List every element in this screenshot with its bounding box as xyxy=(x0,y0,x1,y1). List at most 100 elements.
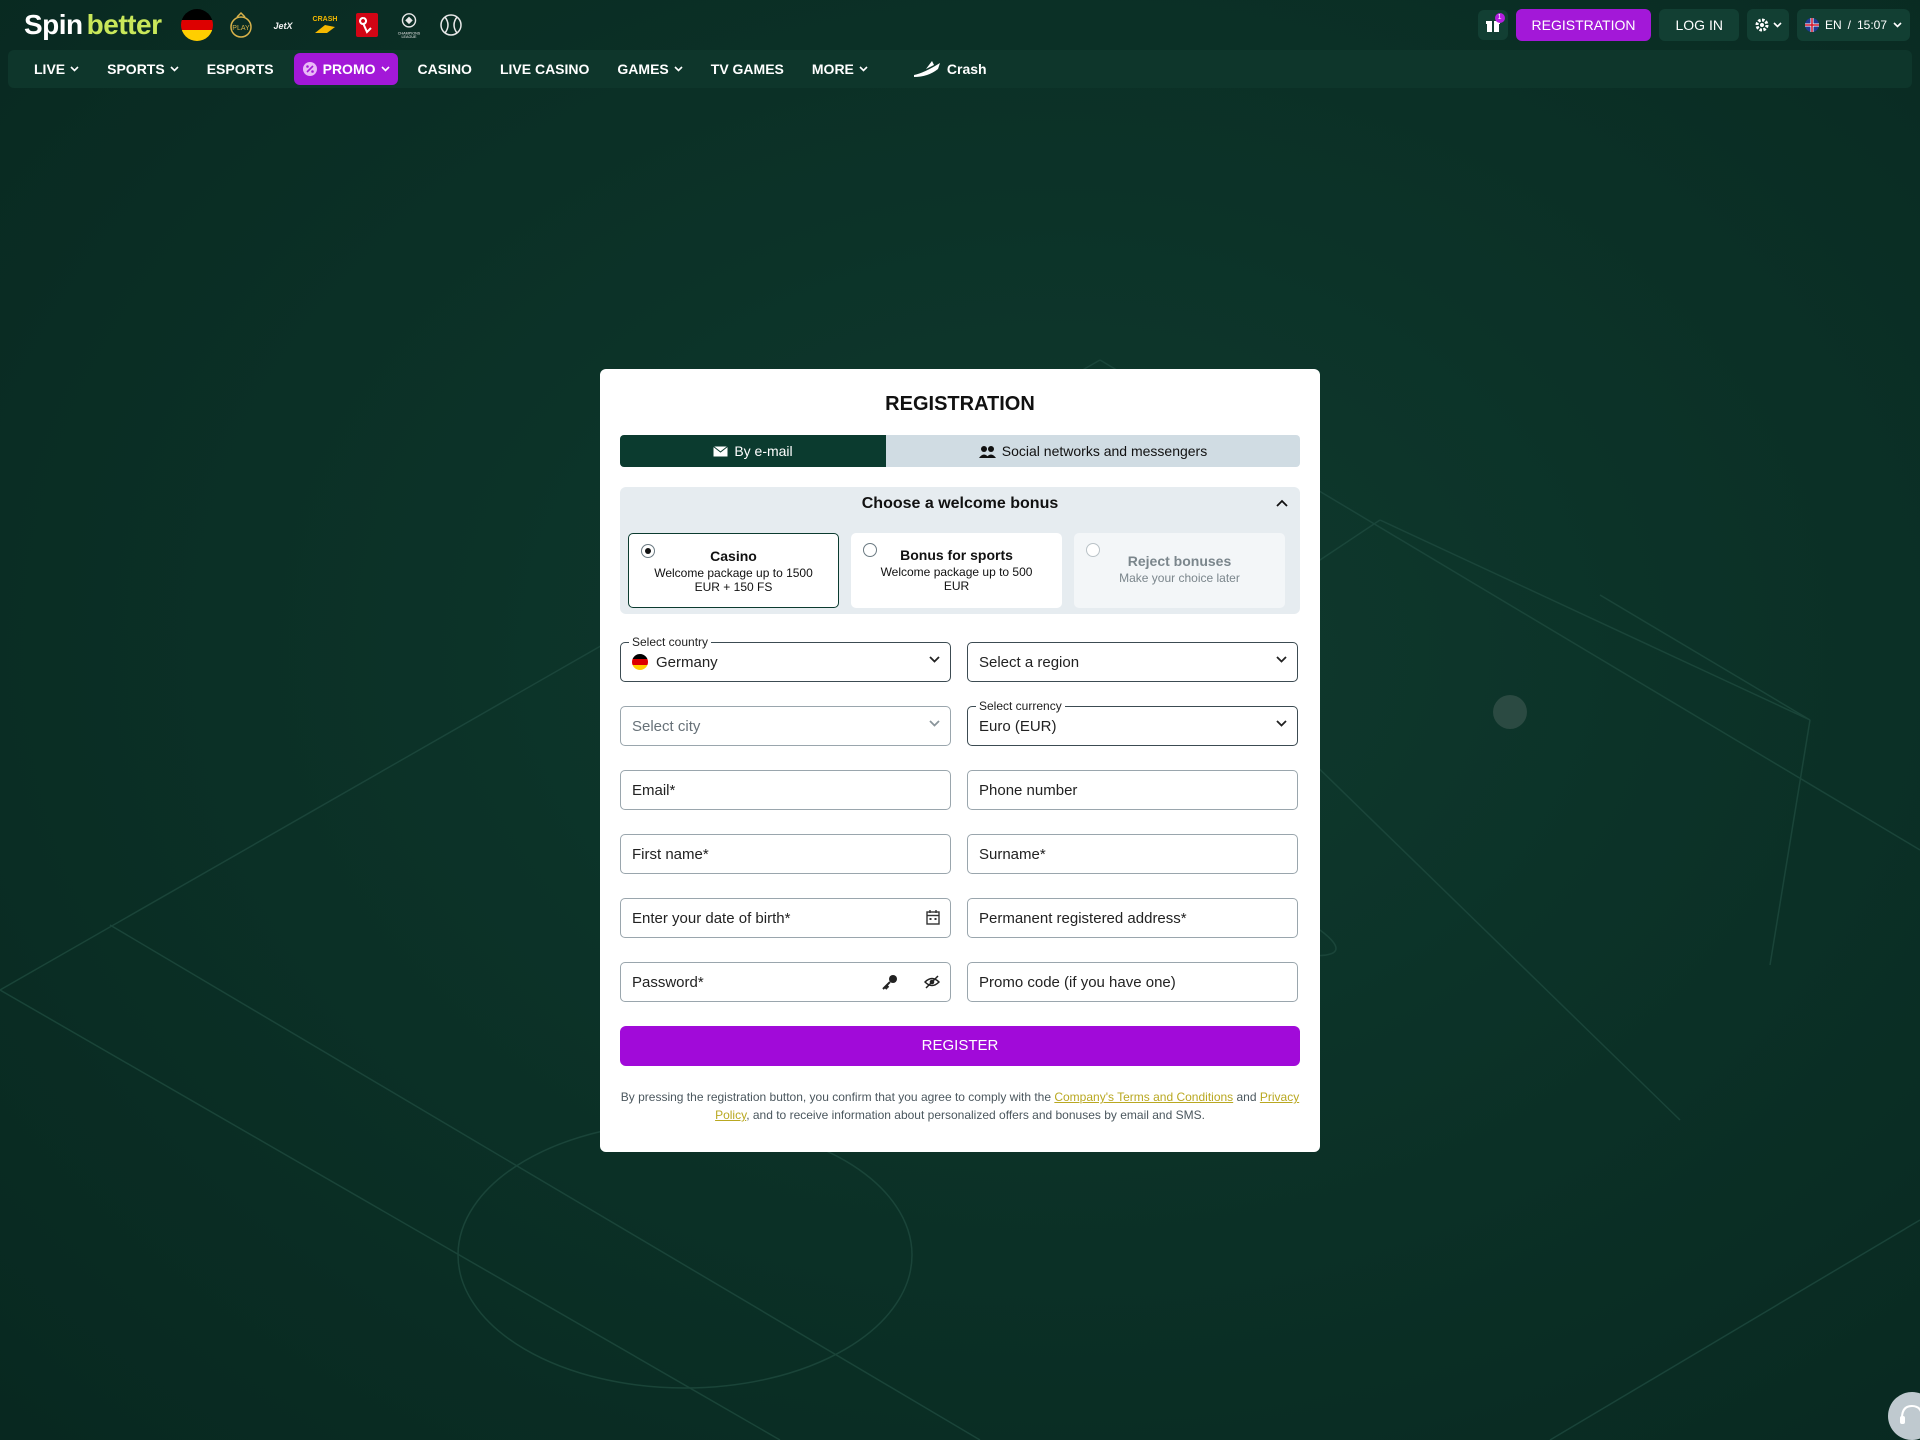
support-chat-button[interactable] xyxy=(1888,1392,1920,1440)
login-button[interactable]: LOG IN xyxy=(1659,9,1739,41)
language-code: EN xyxy=(1824,18,1842,32)
chevron-down-icon xyxy=(1893,22,1902,28)
surname-field[interactable]: Surname* xyxy=(967,834,1298,874)
crash-icon[interactable]: CRASH xyxy=(311,11,339,39)
terms-prefix: By pressing the registration button, you… xyxy=(620,1090,1055,1104)
nav-label: TV GAMES xyxy=(710,61,784,77)
currency-select[interactable]: Select currency Euro (EUR) xyxy=(967,699,1298,746)
nav-label: ESPORTS xyxy=(206,61,274,77)
bonus-subtitle: Welcome package up to 1500 EUR + 150 FS xyxy=(654,566,813,594)
dob-placeholder: Enter your date of birth* xyxy=(632,909,791,927)
spinbetter-logo[interactable]: Spin better xyxy=(24,9,162,41)
logo-spin-text: Spin xyxy=(24,9,83,40)
bonus-title: Bonus for sports xyxy=(900,547,1013,563)
tab-label: By e-mail xyxy=(734,443,793,459)
address-field[interactable]: Permanent registered address* xyxy=(967,898,1298,938)
chevron-down-icon xyxy=(1773,22,1782,28)
tab-label: Social networks and messengers xyxy=(1001,443,1208,459)
settings-button[interactable] xyxy=(1746,9,1789,41)
country-value: Germany xyxy=(656,653,718,671)
uk-flag-icon xyxy=(1804,18,1819,32)
germany-flag-icon xyxy=(632,654,648,670)
clock-time: 15:07 xyxy=(1856,18,1887,32)
terms-link[interactable]: Company's Terms and Conditions xyxy=(1054,1090,1233,1104)
language-time-button[interactable]: EN / 15:07 xyxy=(1796,9,1910,41)
radio-button-selected[interactable] xyxy=(641,544,655,558)
bonus-subtitle: Make your choice later xyxy=(1119,571,1240,585)
city-select[interactable]: Select city xyxy=(620,706,951,746)
promo-icon xyxy=(302,62,317,76)
bundesliga-icon[interactable] xyxy=(353,11,381,39)
top-bar: Spin better PLAY JetX CRASH CHAMPIONS LEA… xyxy=(0,0,1920,50)
country-select[interactable]: Select country Germany xyxy=(620,635,951,682)
chevron-up-icon[interactable] xyxy=(1276,499,1288,507)
password-field[interactable]: Password* xyxy=(620,962,951,1002)
play-icon[interactable]: PLAY xyxy=(227,11,255,39)
promo-code-field[interactable]: Promo code (if you have one) xyxy=(967,962,1298,1002)
email-field[interactable]: Email* xyxy=(620,770,951,810)
region-placeholder: Select a region xyxy=(979,653,1080,671)
chevron-down-icon xyxy=(380,66,390,72)
main-nav: LIVE SPORTS ESPORTS PROMO CASINO LIVE CA… xyxy=(8,50,1912,88)
nav-sports[interactable]: SPORTS xyxy=(93,53,193,85)
first-name-placeholder: First name* xyxy=(632,845,709,863)
svg-text:CRASH: CRASH xyxy=(313,16,338,23)
nav-label: Crash xyxy=(946,61,987,77)
nav-live-casino[interactable]: LIVE CASINO xyxy=(486,53,603,85)
nav-label: MORE xyxy=(811,61,854,77)
radio-button[interactable] xyxy=(1086,543,1100,557)
currency-legend: Select currency xyxy=(976,699,1065,713)
phone-field[interactable]: Phone number xyxy=(967,770,1298,810)
nav-label: SPORTS xyxy=(107,61,165,77)
nav-live[interactable]: LIVE xyxy=(20,53,93,85)
eye-hidden-icon[interactable] xyxy=(924,975,940,989)
svg-text:LEAGUE: LEAGUE xyxy=(402,35,418,39)
password-placeholder: Password* xyxy=(632,973,704,991)
jetx-icon[interactable]: JetX xyxy=(269,11,297,39)
bonus-options: Casino Welcome package up to 1500 EUR + … xyxy=(628,533,1292,608)
tennis-icon[interactable] xyxy=(437,11,465,39)
register-button[interactable]: REGISTER xyxy=(620,1026,1300,1066)
bonus-option-reject[interactable]: Reject bonuses Make your choice later xyxy=(1074,533,1285,608)
gift-button[interactable]: 1 xyxy=(1477,10,1508,40)
key-icon[interactable] xyxy=(882,974,898,990)
modal-title: REGISTRATION xyxy=(885,393,1035,415)
first-name-field[interactable]: First name* xyxy=(620,834,951,874)
surname-placeholder: Surname* xyxy=(979,845,1046,863)
nav-promo[interactable]: PROMO xyxy=(293,53,398,85)
tab-by-email[interactable]: By e-mail xyxy=(620,435,886,467)
header-actions: 1 REGISTRATION LOG IN EN / 15:07 xyxy=(1477,9,1910,41)
date-of-birth-field[interactable]: Enter your date of birth* xyxy=(620,898,951,938)
envelope-icon xyxy=(713,445,729,456)
welcome-bonus-heading: Choose a welcome bonus xyxy=(861,495,1059,512)
plane-icon xyxy=(913,61,940,77)
nav-casino[interactable]: CASINO xyxy=(404,53,486,85)
chevron-down-icon xyxy=(674,66,683,72)
chevron-down-icon xyxy=(929,720,940,727)
champions-league-icon[interactable]: CHAMPIONS LEAGUE xyxy=(395,11,423,39)
chevron-down-icon xyxy=(70,66,79,72)
tab-social-networks[interactable]: Social networks and messengers xyxy=(886,435,1300,467)
nav-label: LIVE xyxy=(34,61,66,77)
email-placeholder: Email* xyxy=(632,781,676,799)
radio-button[interactable] xyxy=(863,543,877,557)
nav-tv-games[interactable]: TV GAMES xyxy=(697,53,798,85)
chevron-down-icon xyxy=(1276,656,1287,663)
svg-text:JetX: JetX xyxy=(274,21,294,31)
headset-icon xyxy=(1900,1404,1920,1424)
phone-placeholder: Phone number xyxy=(979,781,1078,799)
calendar-icon[interactable] xyxy=(926,910,940,925)
terms-suffix: , and to receive information about perso… xyxy=(746,1108,1205,1122)
nav-more[interactable]: MORE xyxy=(798,53,882,85)
bonus-title: Casino xyxy=(710,548,757,564)
region-select[interactable]: Select a region xyxy=(967,642,1298,682)
nav-games[interactable]: GAMES xyxy=(603,53,696,85)
bonus-option-sports[interactable]: Bonus for sports Welcome package up to 5… xyxy=(851,533,1062,608)
gear-icon xyxy=(1755,18,1769,32)
nav-esports[interactable]: ESPORTS xyxy=(193,53,288,85)
bonus-option-casino[interactable]: Casino Welcome package up to 1500 EUR + … xyxy=(628,533,839,608)
quick-links: PLAY JetX CRASH CHAMPIONS LEAGUE xyxy=(181,9,465,41)
germany-flag-icon[interactable] xyxy=(181,9,214,41)
nav-crash[interactable]: Crash xyxy=(898,53,1001,85)
header-registration-button[interactable]: REGISTRATION xyxy=(1515,9,1652,41)
